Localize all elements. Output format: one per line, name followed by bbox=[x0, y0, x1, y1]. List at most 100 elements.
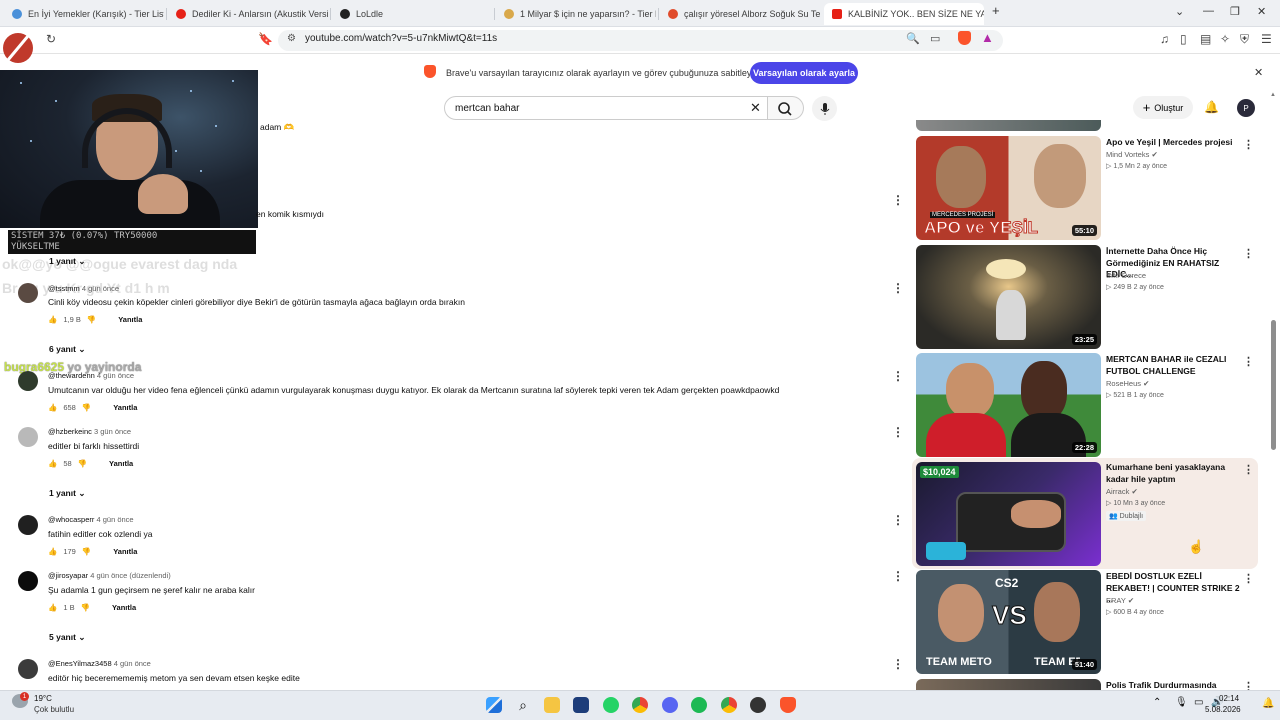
dislike-icon[interactable]: 👎 bbox=[81, 603, 90, 612]
reply-button[interactable]: Yanıtla bbox=[118, 315, 142, 324]
like-icon[interactable]: 👍 bbox=[48, 547, 57, 556]
like-icon[interactable]: 👍 bbox=[48, 403, 57, 412]
vpn-icon[interactable]: ⛨ bbox=[1240, 32, 1249, 47]
video-menu-icon[interactable]: ⋮ bbox=[1243, 247, 1254, 260]
avatar[interactable] bbox=[18, 659, 38, 679]
install-app-icon[interactable]: ▭ bbox=[930, 32, 940, 45]
maximize-icon[interactable]: ❐ bbox=[1230, 5, 1240, 18]
video-thumbnail[interactable]: 22:28 bbox=[916, 353, 1101, 457]
search-button[interactable] bbox=[768, 96, 804, 120]
whatsapp-icon[interactable] bbox=[603, 697, 619, 713]
like-icon[interactable]: 👍 bbox=[48, 459, 57, 468]
dislike-icon[interactable]: 👎 bbox=[78, 459, 87, 468]
search-icon[interactable]: ⌕ bbox=[515, 697, 531, 713]
chrome-icon[interactable] bbox=[632, 697, 648, 713]
channel-name[interactable]: ERAY ✔ bbox=[1106, 596, 1134, 605]
voice-search-button[interactable] bbox=[812, 96, 837, 121]
avatar[interactable] bbox=[18, 571, 38, 591]
tray-chevron-icon[interactable]: ⌃ bbox=[1153, 697, 1161, 708]
weather-temperature[interactable]: 19°C bbox=[34, 694, 52, 703]
channel-name[interactable]: Airrack ✔ bbox=[1106, 487, 1138, 496]
menu-icon[interactable]: ☰ bbox=[1261, 32, 1272, 46]
page-scrollbar[interactable] bbox=[1271, 320, 1276, 450]
media-icon[interactable]: ♫ bbox=[1160, 32, 1169, 46]
comment-author[interactable]: @EnesYilmaz3458 bbox=[48, 659, 112, 668]
comment-author[interactable]: @tsstmm bbox=[48, 284, 80, 293]
account-avatar[interactable]: P bbox=[1237, 99, 1255, 117]
video-title[interactable]: MERTCAN BAHAR ile CEZALI FUTBOL CHALLENG… bbox=[1106, 354, 1241, 377]
video-thumbnail[interactable]: VS CS2 TEAM METO TEAM ERAY 51:40 bbox=[916, 570, 1101, 674]
url-text[interactable]: youtube.com/watch?v=5-u7nkMiwtQ&t=11s bbox=[305, 33, 497, 44]
browser-tab-active[interactable]: KALBİNİZ YOK.. BEN SİZE NE YAF ✕ bbox=[824, 3, 984, 25]
browser-tab[interactable]: En İyi Yemekler (Karışık) - Tier List, K… bbox=[4, 3, 164, 25]
comment-author[interactable]: @jirosyapar bbox=[48, 571, 88, 580]
reply-button[interactable]: Yanıtla bbox=[113, 547, 137, 556]
replies-toggle[interactable]: 6 yanıt ⌄ bbox=[49, 344, 85, 355]
obs-icon[interactable] bbox=[750, 697, 766, 713]
site-info-icon[interactable]: ⚙ bbox=[287, 33, 296, 44]
brave-rewards-icon[interactable]: ▲ bbox=[981, 30, 994, 45]
set-default-button[interactable]: Varsayılan olarak ayarla bbox=[750, 62, 858, 84]
file-explorer-icon[interactable] bbox=[544, 697, 560, 713]
replies-toggle[interactable]: 1 yanıt ⌄ bbox=[49, 256, 85, 267]
comment-author[interactable]: @thewardenn bbox=[48, 371, 95, 380]
microphone-tray-icon[interactable]: 🎙 bbox=[1175, 697, 1188, 708]
notification-bell-icon[interactable]: 🔔 bbox=[1262, 698, 1274, 709]
channel-name[interactable]: Sıfır Derece bbox=[1106, 271, 1146, 280]
brave-icon[interactable] bbox=[780, 697, 796, 713]
video-thumbnail[interactable]: $10,024 bbox=[916, 462, 1101, 566]
reply-button[interactable]: Yanıtla bbox=[113, 403, 137, 412]
scroll-up-icon[interactable]: ▲ bbox=[1270, 92, 1276, 98]
video-thumbnail-partial[interactable] bbox=[916, 120, 1101, 131]
channel-name[interactable]: RoseHeus ✔ bbox=[1106, 379, 1149, 388]
video-title[interactable]: Apo ve Yeşil | Mercedes projesi bbox=[1106, 137, 1241, 149]
like-icon[interactable]: 👍 bbox=[48, 603, 57, 612]
browser-tab[interactable]: 1 Milyar $ için ne yaparsın? - Tier List bbox=[496, 3, 656, 25]
dislike-icon[interactable]: 👎 bbox=[87, 315, 96, 324]
comment-author[interactable]: @whocasperr bbox=[48, 515, 94, 524]
video-title[interactable]: Polis Trafik Durdurmasında bbox=[1106, 680, 1241, 690]
close-window-icon[interactable]: ✕ bbox=[1257, 5, 1266, 18]
network-icon[interactable]: ▭ bbox=[1194, 697, 1203, 708]
weather-description[interactable]: Çok bulutlu bbox=[34, 705, 74, 714]
reload-icon[interactable]: ↻ bbox=[46, 32, 56, 46]
video-menu-icon[interactable]: ⋮ bbox=[1243, 572, 1254, 585]
video-menu-icon[interactable]: ⋮ bbox=[1243, 463, 1254, 476]
wallet-icon[interactable]: ▤ bbox=[1200, 32, 1211, 46]
browser-tab[interactable]: çalışır yöresel Alborz Soğuk Su Terme bbox=[660, 3, 820, 25]
comment-menu-icon[interactable]: ⋮ bbox=[892, 193, 904, 207]
clock-date[interactable]: 5.08.2026 bbox=[1205, 705, 1241, 714]
store-icon[interactable] bbox=[573, 697, 589, 713]
zoom-icon[interactable]: 🔍 bbox=[906, 32, 920, 45]
clear-search-icon[interactable]: ✕ bbox=[750, 100, 761, 116]
video-thumbnail[interactable]: 23:25 bbox=[916, 245, 1101, 349]
dislike-icon[interactable]: 👎 bbox=[82, 403, 91, 412]
comment-author[interactable]: @hzberkeinc bbox=[48, 427, 92, 436]
comment-menu-icon[interactable]: ⋮ bbox=[892, 425, 904, 439]
video-menu-icon[interactable]: ⋮ bbox=[1243, 355, 1254, 368]
avatar[interactable] bbox=[18, 515, 38, 535]
create-button[interactable]: + Oluştur bbox=[1133, 96, 1193, 119]
bookmark-icon[interactable]: 🔖 bbox=[258, 32, 273, 46]
banner-close-icon[interactable]: ✕ bbox=[1254, 66, 1263, 79]
video-thumbnail-partial[interactable] bbox=[916, 679, 1101, 690]
avatar[interactable] bbox=[18, 427, 38, 447]
comment-menu-icon[interactable]: ⋮ bbox=[892, 513, 904, 527]
tab-list-chevron-icon[interactable]: ⌄ bbox=[1175, 5, 1184, 18]
search-input[interactable] bbox=[444, 96, 768, 120]
replies-toggle[interactable]: 5 yanıt ⌄ bbox=[49, 632, 85, 643]
leo-ai-icon[interactable]: ✧ bbox=[1220, 32, 1230, 46]
replies-toggle[interactable]: 1 yanıt ⌄ bbox=[49, 488, 85, 499]
comment-menu-icon[interactable]: ⋮ bbox=[892, 369, 904, 383]
discord-icon[interactable] bbox=[662, 697, 678, 713]
reply-button[interactable]: Yanıtla bbox=[109, 459, 133, 468]
channel-name[interactable]: Mind Vorteks ✔ bbox=[1106, 150, 1158, 159]
chrome-profile-icon[interactable] bbox=[721, 697, 737, 713]
brave-shields-icon[interactable] bbox=[958, 31, 971, 45]
video-menu-icon[interactable]: ⋮ bbox=[1243, 680, 1254, 690]
dislike-icon[interactable]: 👎 bbox=[82, 547, 91, 556]
comment-menu-icon[interactable]: ⋮ bbox=[892, 657, 904, 671]
spotify-icon[interactable] bbox=[691, 697, 707, 713]
browser-tab[interactable]: Dediler Ki - Anlarsın (Akustik Versiyo bbox=[168, 3, 328, 25]
browser-tab[interactable]: LoLdle bbox=[332, 3, 492, 25]
